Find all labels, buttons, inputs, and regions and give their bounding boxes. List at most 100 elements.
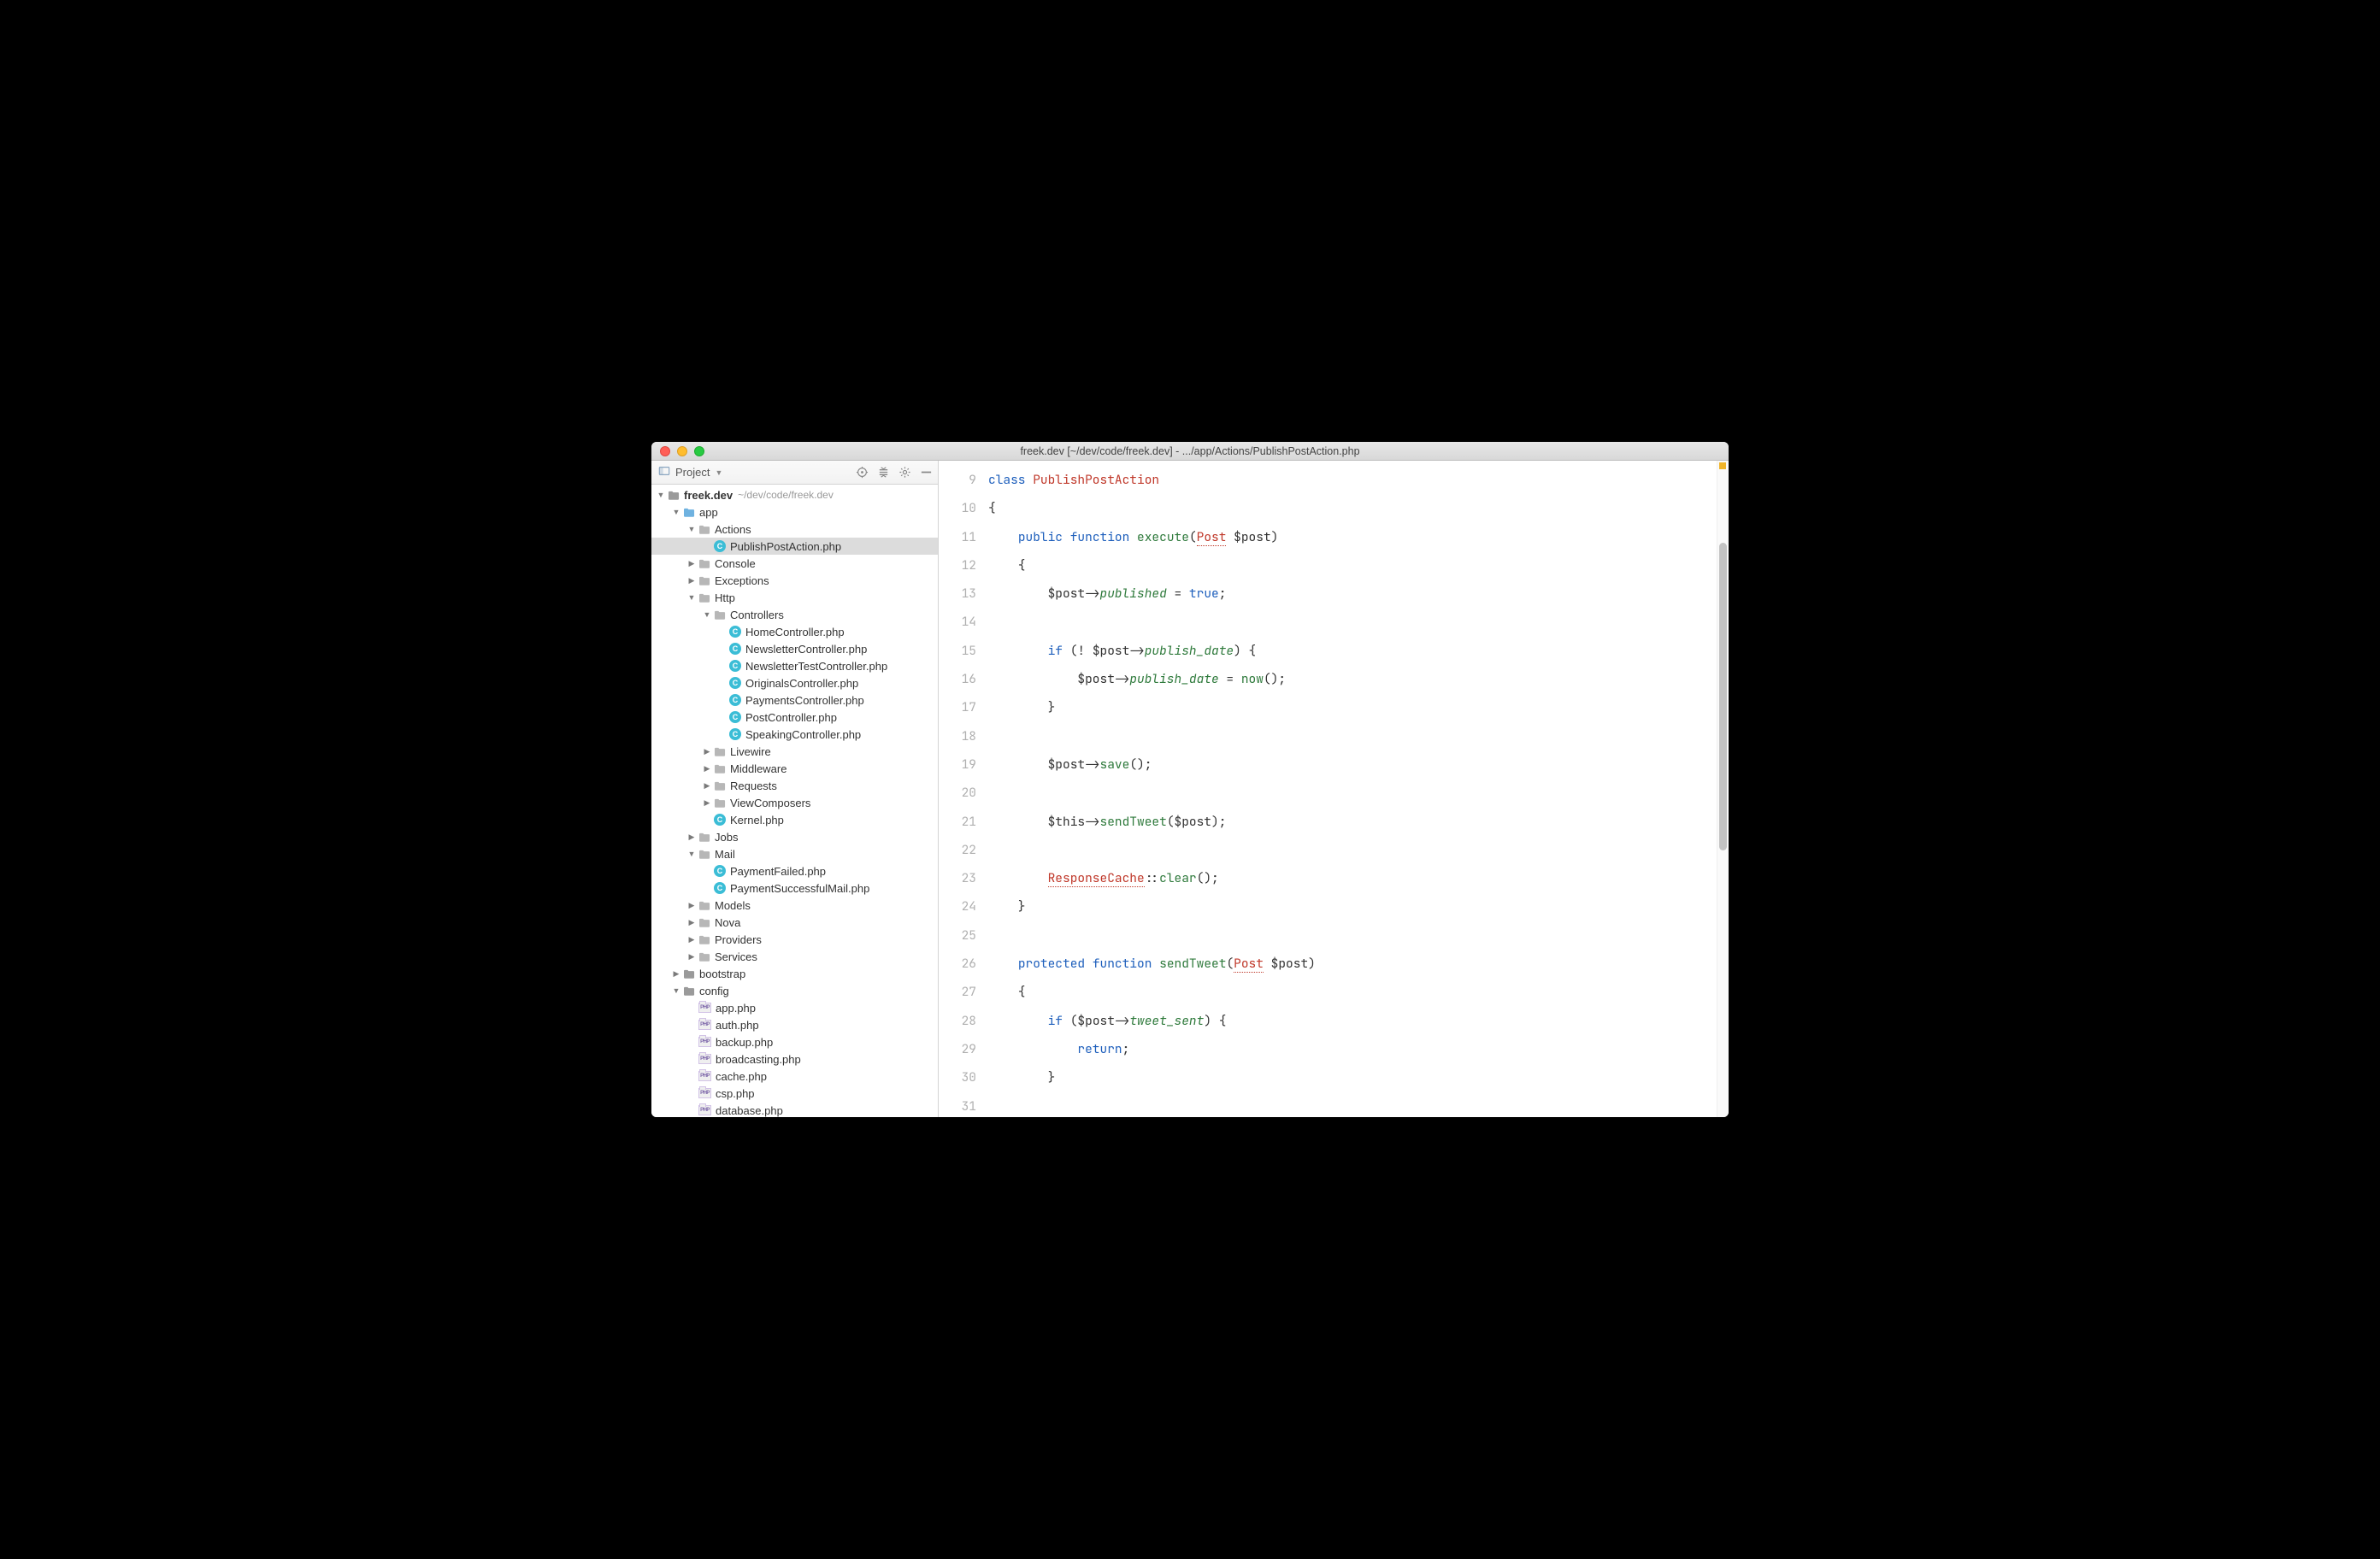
disclosure-arrow-icon[interactable]: ▶	[687, 577, 696, 585]
disclosure-arrow-icon[interactable]: ▶	[687, 833, 696, 841]
disclosure-arrow-icon[interactable]: ▼	[703, 611, 711, 619]
code-line[interactable]	[988, 608, 1717, 636]
tree-row[interactable]: ▶CHomeController.php	[651, 623, 938, 640]
tree-row[interactable]: ▶bootstrap	[651, 965, 938, 982]
tree-row[interactable]: ▶CPublishPostAction.php	[651, 538, 938, 555]
code-line[interactable]: {	[988, 551, 1717, 579]
locate-icon[interactable]	[856, 466, 869, 479]
expand-all-icon[interactable]	[877, 466, 890, 479]
warning-marker-icon[interactable]	[1719, 462, 1726, 469]
tree-item-label: ViewComposers	[730, 797, 810, 809]
tree-row[interactable]: ▶Services	[651, 948, 938, 965]
class-file-icon: C	[729, 643, 741, 655]
tree-row[interactable]: ▶CNewsletterController.php	[651, 640, 938, 657]
sidebar-title[interactable]: Project ▼	[658, 465, 722, 479]
tree-row[interactable]: ▶Jobs	[651, 828, 938, 845]
tree-row[interactable]: ▶CPaymentFailed.php	[651, 862, 938, 880]
code-line[interactable]: if ($post->tweet_sent) {	[988, 1007, 1717, 1035]
tree-row[interactable]: ▶CPaymentSuccessfulMail.php	[651, 880, 938, 897]
code-line[interactable]: }	[988, 693, 1717, 721]
tree-row[interactable]: ▶CKernel.php	[651, 811, 938, 828]
disclosure-arrow-icon[interactable]: ▶	[687, 902, 696, 909]
code-line[interactable]: return;	[988, 1035, 1717, 1063]
gear-icon[interactable]	[898, 466, 911, 479]
tree-item-label: app	[699, 506, 718, 519]
code-token: ($post->	[1063, 1013, 1129, 1029]
disclosure-arrow-icon[interactable]: ▶	[687, 560, 696, 568]
code-line[interactable]	[988, 1092, 1717, 1117]
disclosure-arrow-icon[interactable]: ▼	[687, 526, 696, 533]
tree-row[interactable]: ▶CNewsletterTestController.php	[651, 657, 938, 674]
close-icon[interactable]	[660, 446, 670, 456]
tree-row[interactable]: ▶ ViewComposers	[651, 794, 938, 811]
tree-row[interactable]: ▶Middleware	[651, 760, 938, 777]
code-area[interactable]: class PublishPostAction{ public function…	[988, 461, 1717, 1117]
titlebar[interactable]: freek.dev [~/dev/code/freek.dev] - .../a…	[651, 442, 1729, 461]
code-line[interactable]: $post->publish_date = now();	[988, 665, 1717, 693]
tree-row[interactable]: ▼Actions	[651, 521, 938, 538]
tree-row[interactable]: ▶PHPcache.php	[651, 1068, 938, 1085]
minimize-icon[interactable]	[677, 446, 687, 456]
tree-row[interactable]: ▶PHPdatabase.php	[651, 1102, 938, 1117]
tree-row[interactable]: ▶Console	[651, 555, 938, 572]
disclosure-arrow-icon[interactable]: ▼	[672, 509, 680, 516]
disclosure-arrow-icon[interactable]: ▶	[687, 919, 696, 927]
tree-row[interactable]: ▼ app	[651, 503, 938, 521]
scrollbar-thumb[interactable]	[1719, 543, 1727, 850]
tree-row[interactable]: ▼Mail	[651, 845, 938, 862]
code-line[interactable]: $this->sendTweet($post);	[988, 808, 1717, 836]
tree-row[interactable]: ▼Controllers	[651, 606, 938, 623]
disclosure-arrow-icon[interactable]: ▼	[687, 594, 696, 602]
code-line[interactable]	[988, 722, 1717, 750]
tree-row[interactable]: ▼config	[651, 982, 938, 999]
tree-row[interactable]: ▶CSpeakingController.php	[651, 726, 938, 743]
disclosure-arrow-icon[interactable]: ▶	[687, 953, 696, 961]
disclosure-arrow-icon[interactable]: ▶	[703, 799, 711, 807]
tree-row[interactable]: ▶PHPapp.php	[651, 999, 938, 1016]
disclosure-arrow-icon[interactable]: ▼	[687, 850, 696, 858]
tree-row[interactable]: ▶Livewire	[651, 743, 938, 760]
disclosure-arrow-icon[interactable]: ▶	[687, 936, 696, 944]
tree-row[interactable]: ▶Requests	[651, 777, 938, 794]
tree-row[interactable]: ▼Http	[651, 589, 938, 606]
code-line[interactable]: class PublishPostAction	[988, 466, 1717, 494]
project-tree[interactable]: ▼freek.dev~/dev/code/freek.dev▼app▼Actio…	[651, 485, 938, 1117]
disclosure-arrow-icon[interactable]: ▶	[703, 748, 711, 756]
code-line[interactable]: ResponseCache::clear();	[988, 864, 1717, 892]
zoom-icon[interactable]	[694, 446, 704, 456]
code-line[interactable]: }	[988, 1063, 1717, 1091]
code-token	[988, 1041, 1077, 1057]
tree-row[interactable]: ▶Models	[651, 897, 938, 914]
tree-row[interactable]: ▶PHPbroadcasting.php	[651, 1050, 938, 1068]
tree-row[interactable]: ▶PHPbackup.php	[651, 1033, 938, 1050]
tree-row[interactable]: ▶Exceptions	[651, 572, 938, 589]
code-line[interactable]: $post->published = true;	[988, 579, 1717, 608]
disclosure-arrow-icon[interactable]: ▶	[672, 970, 680, 978]
disclosure-arrow-icon[interactable]: ▼	[657, 491, 665, 499]
tree-row[interactable]: ▶CPaymentsController.php	[651, 691, 938, 709]
code-line[interactable]	[988, 836, 1717, 864]
tree-row[interactable]: ▶Providers	[651, 931, 938, 948]
code-line[interactable]: $post->save();	[988, 750, 1717, 779]
code-line[interactable]: {	[988, 978, 1717, 1006]
code-editor[interactable]: 9101112131415161718192021222324252627282…	[939, 461, 1729, 1117]
tree-row[interactable]: ▶COriginalsController.php	[651, 674, 938, 691]
code-line[interactable]: if (! $post->publish_date) {	[988, 637, 1717, 665]
tree-row[interactable]: ▶Nova	[651, 914, 938, 931]
scrollbar-track[interactable]	[1717, 461, 1729, 1117]
code-line[interactable]	[988, 779, 1717, 807]
disclosure-arrow-icon[interactable]: ▼	[672, 987, 680, 995]
code-line[interactable]	[988, 921, 1717, 950]
code-token: =	[1219, 671, 1241, 687]
code-line[interactable]: protected function sendTweet(Post $post)	[988, 950, 1717, 978]
disclosure-arrow-icon[interactable]: ▶	[703, 782, 711, 790]
code-line[interactable]: public function execute(Post $post)	[988, 523, 1717, 551]
tree-row[interactable]: ▶PHPcsp.php	[651, 1085, 938, 1102]
code-line[interactable]: }	[988, 892, 1717, 921]
hide-icon[interactable]	[920, 466, 933, 479]
code-line[interactable]: {	[988, 494, 1717, 522]
disclosure-arrow-icon[interactable]: ▶	[703, 765, 711, 773]
tree-row[interactable]: ▶CPostController.php	[651, 709, 938, 726]
tree-row[interactable]: ▼freek.dev~/dev/code/freek.dev	[651, 486, 938, 503]
tree-row[interactable]: ▶PHPauth.php	[651, 1016, 938, 1033]
